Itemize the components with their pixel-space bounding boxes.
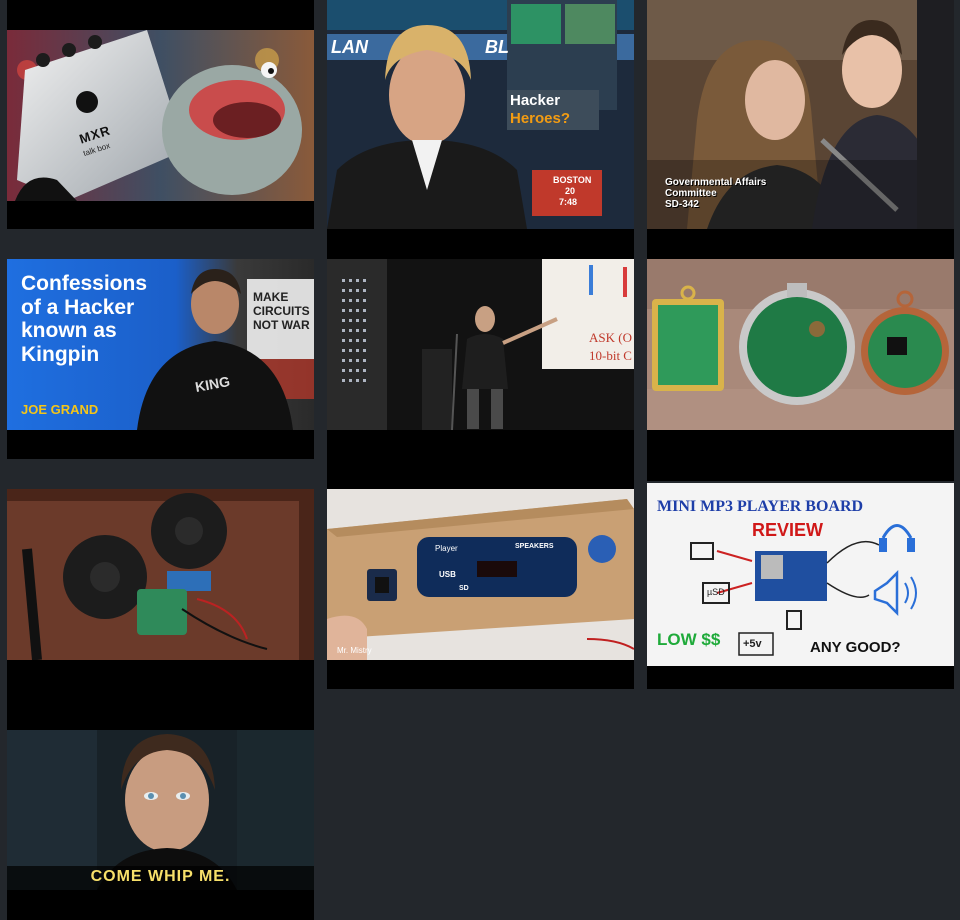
video-card-pendants[interactable] [647, 259, 954, 481]
video-card-talkbox[interactable]: MXR talk box [7, 0, 314, 229]
news-city: BOSTON [553, 175, 592, 185]
video-thumbnail[interactable]: Governmental Affairs Committee SD-342 [647, 0, 954, 229]
video-thumbnail[interactable]: LAN BL Hacker Heroes? BOSTON 20 7:48 [327, 0, 634, 229]
news-time: 7:48 [559, 197, 578, 207]
video-card-hearing[interactable]: Governmental Affairs Committee SD-342 [647, 0, 954, 259]
video-thumbnail[interactable]: MINI MP3 PLAYER BOARD REVIEW µSD LOW $$ … [647, 483, 954, 666]
news-temperature: 20 [565, 186, 576, 196]
video-card-kingpin[interactable]: Confessions of a Hacker known as Kingpin… [7, 259, 314, 459]
video-thumbnail[interactable] [647, 259, 954, 430]
title-line-2: of a Hacker [21, 296, 135, 319]
video-card-talk[interactable]: ASK (O 10-bit C [327, 259, 634, 489]
slide-text-1: ASK (O [589, 330, 632, 345]
hearing-caption-line-1: Governmental Affairs [665, 177, 767, 188]
movie-caption: COME WHIP ME. [90, 868, 231, 885]
review-subtitle: REVIEW [752, 520, 824, 540]
speakers-thumbnail-image [7, 489, 314, 660]
video-card-cardboard-mp3[interactable]: Player SPEAKERS USB SD Mr. Mistry [327, 489, 634, 689]
price-label: LOW $$ [657, 630, 721, 649]
video-thumbnail[interactable] [7, 489, 314, 660]
voltage-label: +5v [743, 638, 762, 650]
sign-line-2: CIRCUITS [253, 304, 310, 318]
hearing-caption-line-2: Committee [665, 188, 717, 199]
module-brand-text: Player [435, 544, 458, 553]
title-line-3: known as [21, 319, 117, 342]
video-card-speakers[interactable] [7, 489, 314, 718]
video-thumbnail[interactable]: ASK (O 10-bit C [327, 259, 634, 430]
sign-line-1: MAKE [253, 290, 289, 304]
video-thumbnail[interactable]: Player SPEAKERS USB SD Mr. Mistry [327, 489, 634, 660]
title-line-4: Kingpin [21, 343, 100, 366]
studio-banner-right: BL [485, 37, 509, 57]
video-card-movie[interactable]: COME WHIP ME. [7, 718, 314, 920]
video-card-news[interactable]: LAN BL Hacker Heroes? BOSTON 20 7:48 [327, 0, 634, 259]
usb-label: USB [439, 570, 456, 579]
card-label: µSD [707, 587, 725, 597]
talk-thumbnail-image [327, 259, 634, 430]
video-grid: MXR talk box LAN BL Hacker Heroes? BOSTO… [0, 0, 960, 920]
slide-text-2: 10-bit C [589, 348, 632, 363]
news-headline-1: Hacker [510, 92, 561, 109]
movie-thumbnail-image [7, 730, 314, 890]
sd-label: SD [459, 585, 469, 592]
news-thumbnail-image [327, 0, 634, 229]
talkbox-thumbnail-image [7, 30, 314, 201]
title-line-1: Confessions [21, 272, 148, 295]
video-card-mini-mp3[interactable]: MINI MP3 PLAYER BOARD REVIEW µSD LOW $$ … [647, 483, 954, 689]
sign-line-3: NOT WAR [253, 318, 310, 332]
video-thumbnail[interactable]: Confessions of a Hacker known as Kingpin… [7, 259, 314, 430]
channel-watermark: Mr. Mistry [337, 646, 372, 655]
hearing-caption-line-3: SD-342 [665, 199, 699, 210]
question-label: ANY GOOD? [810, 639, 901, 656]
review-title: MINI MP3 PLAYER BOARD [657, 498, 864, 515]
module-label-text: SPEAKERS [515, 543, 554, 550]
author-name: JOE GRAND [21, 402, 99, 417]
news-headline-2: Heroes? [510, 110, 571, 127]
cardboard-thumbnail-image [327, 489, 634, 660]
pendants-thumbnail-image [647, 259, 954, 430]
studio-banner-left: LAN [331, 37, 368, 57]
video-thumbnail[interactable]: COME WHIP ME. [7, 730, 314, 890]
video-thumbnail[interactable]: MXR talk box [7, 30, 314, 201]
